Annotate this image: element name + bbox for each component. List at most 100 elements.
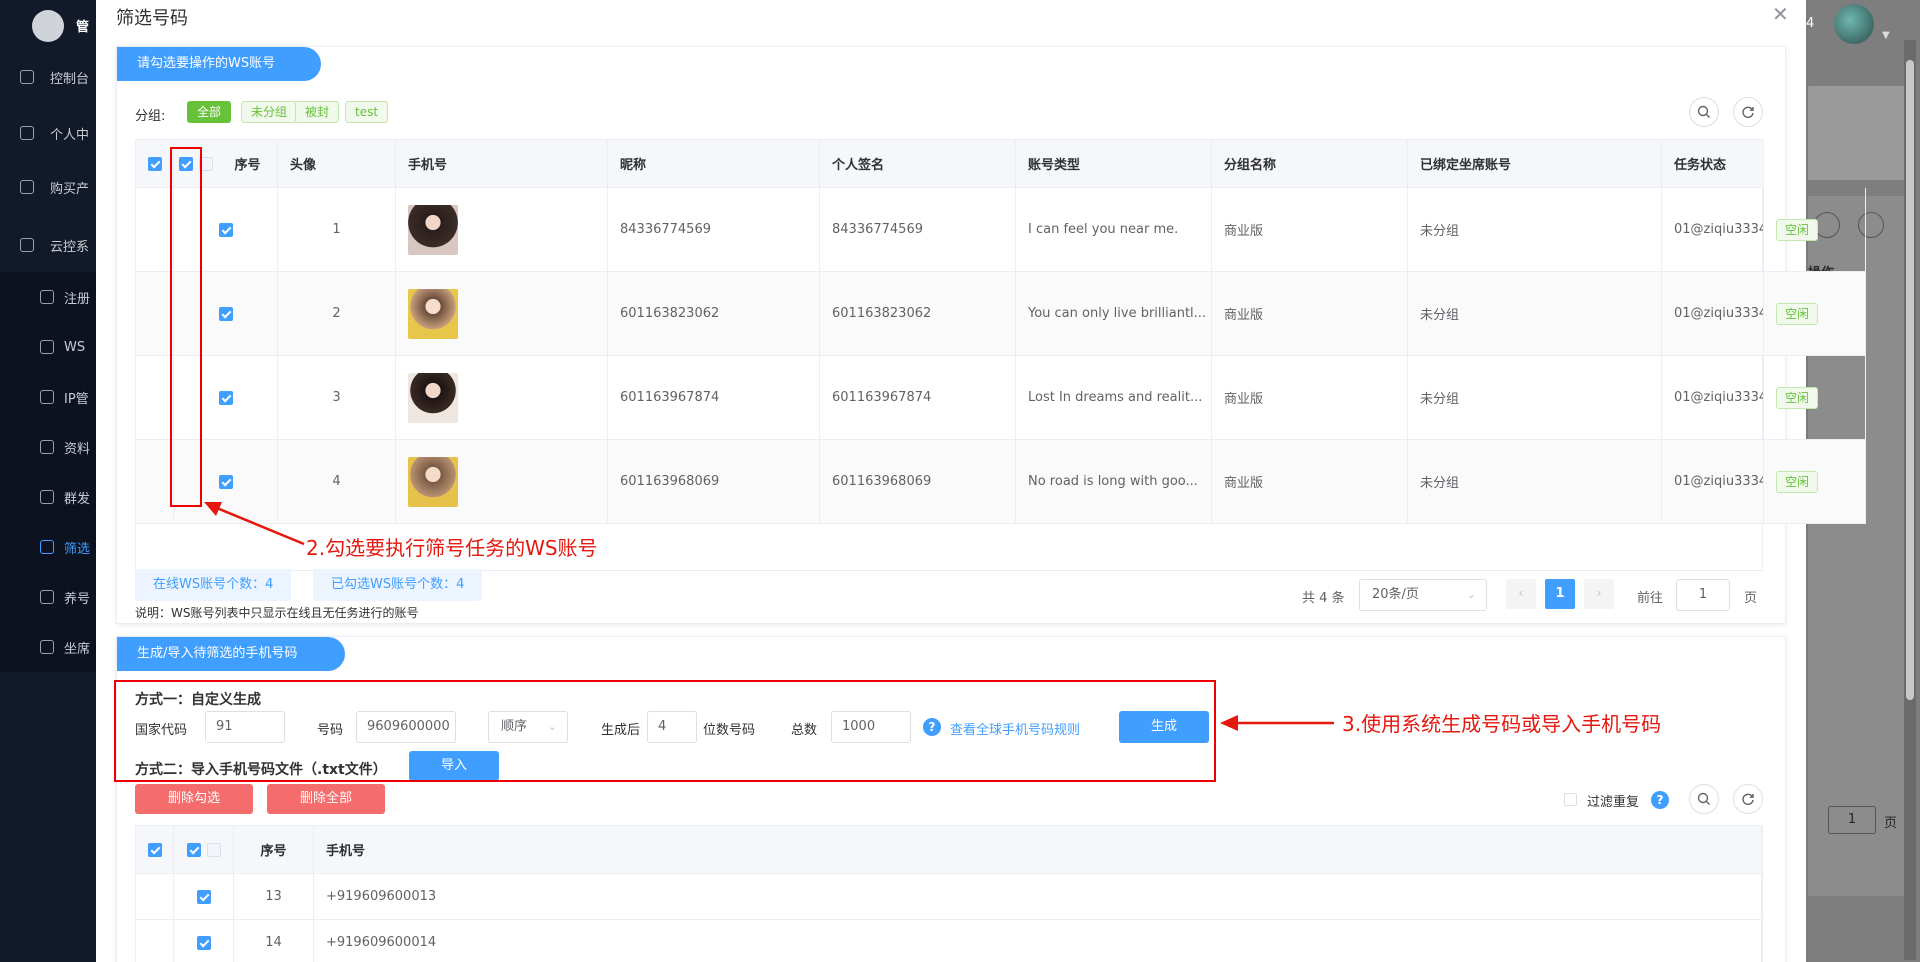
dialog-title: 筛选号码 bbox=[116, 8, 188, 29]
header-number: 4 bbox=[1806, 16, 1815, 31]
avatar-cell bbox=[396, 188, 608, 271]
table-row[interactable]: 13 +919609600013 bbox=[136, 874, 1762, 920]
annotation-box-generate bbox=[114, 680, 1216, 782]
group-tag[interactable]: 未分组 bbox=[241, 101, 298, 123]
column-header: 序号 bbox=[234, 826, 314, 873]
close-icon[interactable]: ✕ bbox=[1772, 2, 1789, 26]
menu-icon bbox=[40, 440, 54, 454]
cell-signature: No road is long with goo... bbox=[1016, 440, 1212, 523]
annotation-box-checkboxes bbox=[170, 147, 202, 507]
checkbox[interactable] bbox=[186, 842, 201, 857]
help-icon[interactable]: ? bbox=[1651, 791, 1669, 809]
ws-accounts-table: 序号 头像 手机号 昵称 个人签名 账号类型 分组名称 已绑定坐席账号 任务状态 1 8433677… bbox=[135, 139, 1866, 571]
sidebar-item: 筛选 bbox=[0, 522, 96, 572]
menu-icon bbox=[40, 290, 54, 304]
menu-icon bbox=[20, 180, 34, 194]
sidebar-item: 注册 bbox=[0, 272, 96, 322]
column-header: 账号类型 bbox=[1016, 140, 1212, 187]
column-header: 手机号 bbox=[314, 826, 1762, 873]
pagination-total: 共 4 条 bbox=[1302, 591, 1345, 606]
sidebar-item-label: 坐席 bbox=[64, 641, 91, 657]
phone-numbers-table: 序号 手机号 13 +919609600013 14 +919609600014 bbox=[135, 825, 1763, 962]
search-icon[interactable] bbox=[1689, 784, 1719, 814]
checkbox[interactable] bbox=[196, 889, 211, 904]
select-all-checkbox-cell[interactable] bbox=[136, 140, 174, 187]
table-row[interactable]: 14 +919609600014 bbox=[136, 920, 1762, 962]
table-row[interactable]: 3 601163967874 601163967874 Lost In dreams … bbox=[136, 356, 1866, 440]
cell-nickname: 601163967874 bbox=[820, 356, 1016, 439]
status-cell: 空闲 bbox=[1764, 356, 1866, 439]
group-tag[interactable]: 被封 bbox=[295, 101, 340, 123]
cell-nickname: 601163823062 bbox=[820, 272, 1016, 355]
row-index: 1 bbox=[278, 188, 396, 271]
sidebar-item-label: 控制台 bbox=[50, 71, 90, 87]
row-checkbox-cell[interactable] bbox=[174, 920, 234, 962]
group-tag[interactable]: test bbox=[345, 101, 389, 123]
menu-icon bbox=[40, 390, 54, 404]
cell-phone: 601163968069 bbox=[608, 440, 820, 523]
status-badge: 空闲 bbox=[1776, 218, 1819, 241]
next-page-button[interactable]: › bbox=[1584, 579, 1614, 609]
sidebar-item-label: 个人中 bbox=[50, 127, 90, 143]
background-page-suffix: 页 bbox=[1884, 816, 1898, 831]
annotation-arrow-step3 bbox=[1220, 715, 1334, 731]
column-header: 昵称 bbox=[608, 140, 820, 187]
cell-phone: +919609600013 bbox=[314, 874, 1762, 919]
status-badge: 空闲 bbox=[1776, 470, 1819, 493]
cell-signature: I can feel you near me. bbox=[1016, 188, 1212, 271]
checkbox[interactable] bbox=[196, 935, 211, 950]
menu-icon bbox=[20, 126, 34, 140]
cell-type: 商业版 bbox=[1212, 272, 1408, 355]
row-index: 2 bbox=[278, 272, 396, 355]
avatar-cell bbox=[396, 272, 608, 355]
select-all-checkbox-cell[interactable] bbox=[136, 826, 174, 873]
column-header: 手机号 bbox=[396, 140, 608, 187]
checkbox[interactable] bbox=[218, 390, 233, 405]
user-avatar bbox=[1834, 4, 1874, 44]
delete-all-button[interactable]: 删除全部 bbox=[267, 784, 385, 814]
cell-nickname: 601163968069 bbox=[820, 440, 1016, 523]
table-row[interactable]: 4 601163968069 601163968069 No road is long… bbox=[136, 440, 1866, 524]
cell-phone: 84336774569 bbox=[608, 188, 820, 271]
cell-signature: You can only live brilliantl... bbox=[1016, 272, 1212, 355]
scrollbar-thumb[interactable] bbox=[1906, 60, 1914, 700]
group-tag[interactable]: 全部 bbox=[187, 101, 232, 123]
app-name: 管 bbox=[76, 20, 90, 35]
cell-seat: 01@ziqiu3334 bbox=[1662, 440, 1764, 523]
table-row[interactable]: 2 601163823062 601163823062 You can only li… bbox=[136, 272, 1866, 356]
row-checkbox-cell[interactable] bbox=[174, 874, 234, 919]
checkbox[interactable] bbox=[147, 842, 162, 857]
cell-nickname: 84336774569 bbox=[820, 188, 1016, 271]
sidebar-item-label: 购买产 bbox=[50, 181, 90, 197]
sidebar-item: 控制台 bbox=[0, 52, 96, 102]
select-page-checkbox-cell[interactable] bbox=[174, 826, 234, 873]
delete-selected-button[interactable]: 删除勾选 bbox=[135, 784, 253, 814]
checkbox[interactable] bbox=[218, 306, 233, 321]
page-number-button[interactable]: 1 bbox=[1545, 579, 1575, 609]
checkbox[interactable] bbox=[218, 474, 233, 489]
ws-section-header: 请勾选要操作的WS账号 bbox=[117, 47, 321, 81]
sidebar-item-label: 群发 bbox=[64, 491, 91, 507]
chevron-down-icon: ⌄ bbox=[1466, 588, 1476, 601]
page-size-select[interactable]: 20条/页 ⌄ bbox=[1359, 579, 1487, 611]
refresh-icon[interactable] bbox=[1733, 784, 1763, 814]
cell-group: 未分组 bbox=[1408, 440, 1662, 523]
sidebar-item-label: 资料 bbox=[64, 441, 91, 457]
column-header: 已绑定坐席账号 bbox=[1408, 140, 1662, 187]
prev-page-button[interactable]: ‹ bbox=[1506, 579, 1536, 609]
page-scrollbar[interactable] bbox=[1904, 40, 1916, 960]
app-logo-icon bbox=[32, 10, 64, 42]
checkbox[interactable] bbox=[218, 222, 233, 237]
goto-page-input[interactable]: 1 bbox=[1676, 579, 1730, 611]
annotation-step2: 2.勾选要执行筛号任务的WS账号 bbox=[306, 536, 598, 560]
table-header-row: 序号 手机号 bbox=[136, 826, 1762, 874]
table-row[interactable]: 1 84336774569 84336774569 I can feel you ne… bbox=[136, 188, 1866, 272]
filter-numbers-dialog: 筛选号码 ✕ 请勾选要操作的WS账号 分组: 序号 头像 手机号 昵称 个人签名 账号类型… bbox=[96, 0, 1866, 962]
refresh-icon[interactable] bbox=[1733, 97, 1763, 127]
checkbox[interactable] bbox=[147, 156, 162, 171]
sidebar-item-label: 养号 bbox=[64, 591, 91, 607]
background-page-input: 1 bbox=[1828, 806, 1876, 834]
filter-duplicate-checkbox[interactable] bbox=[1564, 793, 1577, 806]
search-icon[interactable] bbox=[1689, 97, 1719, 127]
column-header: 个人签名 bbox=[820, 140, 1016, 187]
